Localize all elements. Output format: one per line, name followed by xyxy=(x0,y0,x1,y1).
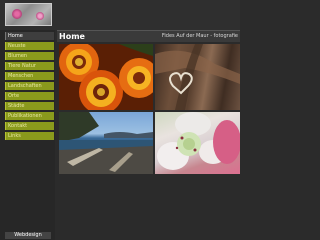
photo-coast[interactable] xyxy=(59,112,153,174)
nav-item-menschen[interactable]: Menschen xyxy=(5,72,54,80)
nav-item-publikationen[interactable]: Publikationen xyxy=(5,112,54,120)
site-title: Fides Auf der Maur - fotografie xyxy=(161,33,238,39)
page-title: Home xyxy=(59,32,85,41)
flower-icon xyxy=(36,12,44,20)
nav-item-blumen[interactable]: Blumen xyxy=(5,52,54,60)
coast-image xyxy=(59,112,153,174)
flower-icon xyxy=(12,9,22,19)
flowers-image xyxy=(59,44,153,110)
photo-pink-flower[interactable] xyxy=(155,112,240,174)
branch-image xyxy=(155,44,240,110)
nav-item-orte[interactable]: Orte xyxy=(5,92,54,100)
pink-flower-image xyxy=(157,112,240,170)
site-logo[interactable] xyxy=(5,3,52,26)
nav-item-tiere-natur[interactable]: Tiere Natur xyxy=(5,62,54,70)
main-nav: Home Neuste Blumen Tiere Natur Menschen … xyxy=(5,32,54,142)
webdesign-link[interactable]: Webdesign xyxy=(5,232,51,239)
photo-branch-heart[interactable] xyxy=(155,44,240,110)
nav-item-staedte[interactable]: Städte xyxy=(5,102,54,110)
photo-flowers[interactable] xyxy=(59,44,153,110)
nav-item-landschaften[interactable]: Landschaften xyxy=(5,82,54,90)
nav-item-neuste[interactable]: Neuste xyxy=(5,42,54,50)
nav-item-kontakt[interactable]: Kontakt xyxy=(5,122,54,130)
nav-item-links[interactable]: Links xyxy=(5,132,54,140)
top-bar xyxy=(0,0,240,30)
nav-item-home[interactable]: Home xyxy=(5,32,54,40)
